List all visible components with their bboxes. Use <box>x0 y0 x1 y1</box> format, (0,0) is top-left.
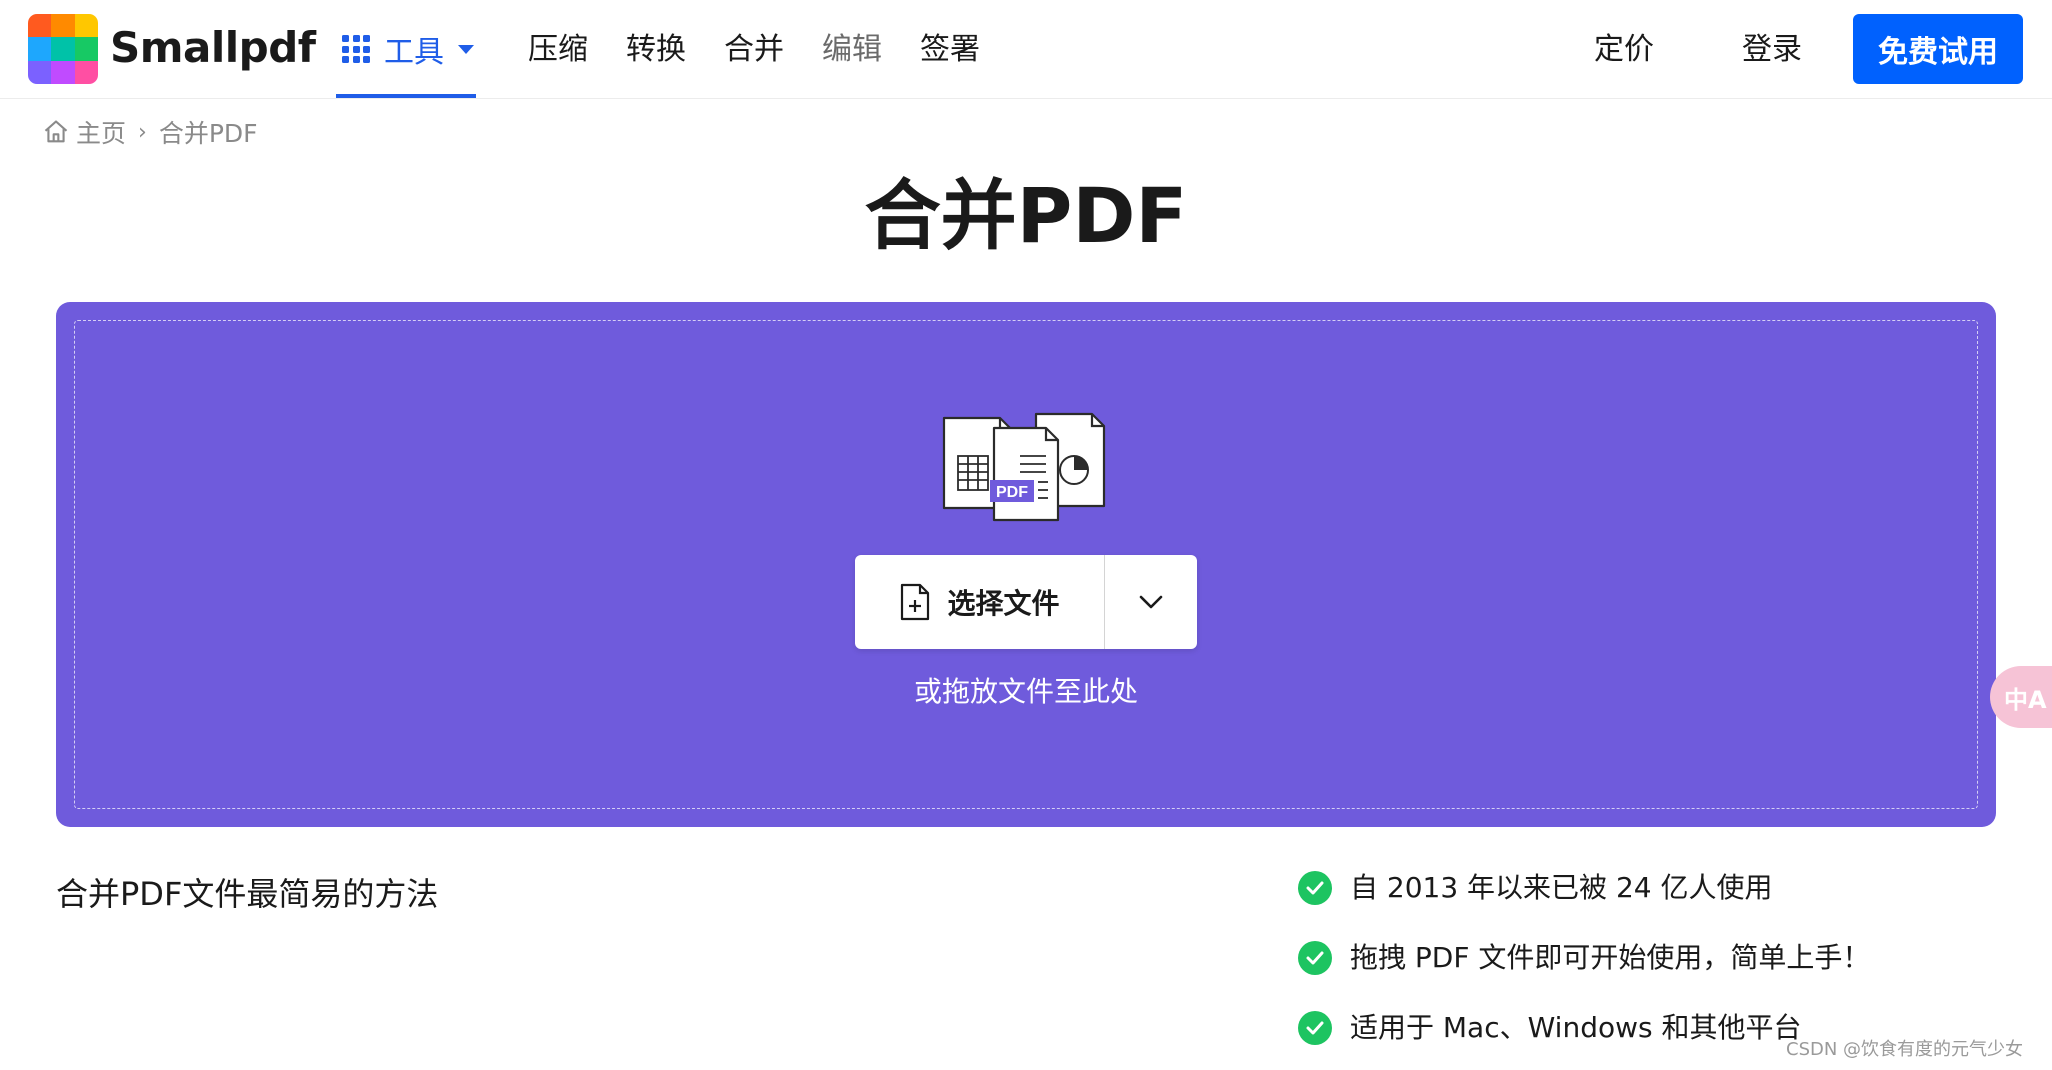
breadcrumb: 主页 › 合并PDF <box>42 112 258 152</box>
choose-file-label: 选择文件 <box>947 587 1060 620</box>
breadcrumb-separator: › <box>138 119 147 145</box>
pdf-icon-label: PDF <box>996 484 1028 501</box>
active-tab-underline <box>336 94 476 98</box>
nav-merge[interactable]: 合并 <box>724 30 784 70</box>
check-circle-icon <box>1298 1011 1332 1045</box>
check-circle-icon <box>1298 941 1332 975</box>
nav-convert[interactable]: 转换 <box>626 30 686 70</box>
apps-grid-icon <box>342 35 370 63</box>
feature-text: 拖拽 PDF 文件即可开始使用，简单上手！ <box>1350 941 1871 974</box>
free-trial-button[interactable]: 免费试用 <box>1853 14 2023 84</box>
login-link[interactable]: 登录 <box>1742 30 1802 70</box>
feature-text: 适用于 Mac、Windows 和其他平台 <box>1350 1011 1802 1044</box>
breadcrumb-home[interactable]: 主页 <box>76 114 126 150</box>
feature-item: 适用于 Mac、Windows 和其他平台 <box>1298 1008 1802 1048</box>
check-circle-icon <box>1298 871 1332 905</box>
documents-illustration-icon: PDF <box>942 412 1106 522</box>
smallpdf-logo-icon[interactable] <box>28 14 98 84</box>
section-heading: 合并PDF文件最简易的方法 <box>56 875 439 913</box>
breadcrumb-current: 合并PDF <box>158 119 258 148</box>
drop-hint-text: 或拖放文件至此处 <box>913 675 1138 708</box>
nav-pricing[interactable]: 定价 <box>1594 30 1654 70</box>
nav-edit[interactable]: 编辑 <box>822 30 882 70</box>
nav-compress[interactable]: 压缩 <box>528 30 588 70</box>
choose-file-split-button: 选择文件 <box>855 555 1197 649</box>
chevron-down-icon <box>1139 595 1163 609</box>
top-nav-bar: Smallpdf 工具 压缩 转换 合并 编辑 签署 定价 登录 免费试用 <box>0 0 2052 99</box>
feature-text: 自 2013 年以来已被 24 亿人使用 <box>1350 871 1773 904</box>
add-file-icon <box>901 583 930 621</box>
feature-item: 拖拽 PDF 文件即可开始使用，简单上手！ <box>1298 938 1870 978</box>
watermark: CSDN @饮食有度的元气少女 <box>1786 1039 2024 1060</box>
nav-sign[interactable]: 签署 <box>920 30 980 70</box>
translate-icon: 中A <box>2004 685 2047 714</box>
tools-menu-button[interactable]: 工具 <box>336 0 476 98</box>
page-title: 合并PDF <box>864 171 1188 260</box>
choose-file-button[interactable]: 选择文件 <box>855 555 1104 649</box>
tools-label: 工具 <box>384 35 444 70</box>
translate-widget-button[interactable]: 中A <box>1990 666 2052 728</box>
home-icon[interactable] <box>42 118 70 146</box>
file-source-dropdown-button[interactable] <box>1105 555 1197 649</box>
caret-down-icon <box>458 44 474 54</box>
feature-item: 自 2013 年以来已被 24 亿人使用 <box>1298 868 1773 908</box>
logo-wordmark[interactable]: Smallpdf <box>110 22 316 74</box>
